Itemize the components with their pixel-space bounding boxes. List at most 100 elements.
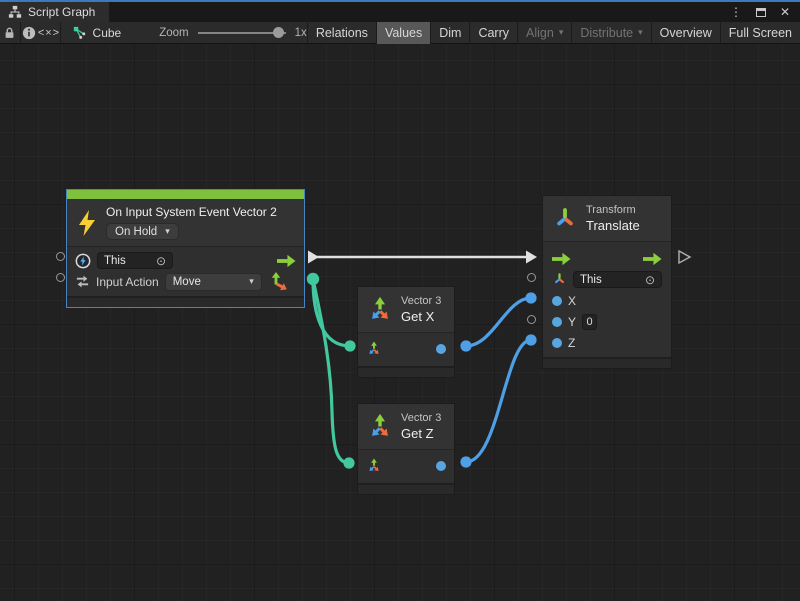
y-value: 0 bbox=[586, 316, 592, 328]
zoom-slider-handle[interactable] bbox=[273, 27, 284, 38]
tab-bar: Script Graph ⋮ ✕ bbox=[0, 2, 800, 22]
translate-x-label: X bbox=[568, 294, 576, 308]
zoom-slider[interactable] bbox=[198, 22, 286, 44]
target-picker-icon[interactable]: ⊙ bbox=[156, 255, 166, 267]
translate-flow-row bbox=[552, 248, 662, 269]
translate-y-row: Y 0 bbox=[552, 311, 662, 332]
event-this-input-port[interactable] bbox=[56, 252, 65, 261]
button-label: Values bbox=[385, 26, 422, 40]
button-label: Carry bbox=[478, 26, 509, 40]
window-controls: ⋮ ✕ bbox=[730, 2, 800, 22]
input-action-label: Input Action bbox=[96, 275, 159, 289]
button-label: Dim bbox=[439, 26, 461, 40]
translate-this-field[interactable]: This ⊙ bbox=[573, 271, 662, 288]
graph-breadcrumb[interactable]: Cube bbox=[61, 22, 132, 44]
wire-vector2-to-getz[interactable] bbox=[313, 279, 349, 463]
chevron-down-icon: ▾ bbox=[559, 27, 564, 38]
translate-node-ports: This ⊙ X Y 0 Z bbox=[543, 242, 671, 355]
vector3-icon bbox=[366, 413, 394, 441]
graph-hierarchy-icon bbox=[8, 5, 22, 19]
toolbar-buttons: Relations Values Dim Carry Align▾ Distri… bbox=[307, 22, 800, 44]
button-label: Full Screen bbox=[729, 26, 792, 40]
translate-z-port[interactable] bbox=[552, 338, 562, 348]
wire-end-ball bbox=[344, 340, 355, 351]
vector2-output-port-icon[interactable] bbox=[270, 271, 288, 292]
script-graph-asset-icon bbox=[73, 26, 87, 40]
toolbar-button-carry[interactable]: Carry bbox=[469, 22, 517, 44]
event-node-ports: This ⊙ Input Action bbox=[67, 247, 304, 294]
button-label: Overview bbox=[660, 26, 712, 40]
event-node-green-bar bbox=[67, 190, 304, 199]
getx-node-footer bbox=[358, 366, 454, 377]
translate-y-port[interactable] bbox=[552, 317, 562, 327]
info-icon bbox=[22, 26, 36, 40]
lightning-bolt-icon bbox=[77, 210, 97, 236]
lock-icon bbox=[3, 26, 16, 40]
node-vector3-get-z[interactable]: Vector 3 Get Z bbox=[357, 403, 455, 495]
getz-title: Get Z bbox=[401, 425, 441, 442]
wire-end-ball bbox=[525, 334, 536, 345]
flow-wire-event-to-translate[interactable] bbox=[308, 251, 537, 264]
event-inputaction-input-port[interactable] bbox=[56, 273, 65, 282]
node-vector3-get-x[interactable]: Vector 3 Get X bbox=[357, 286, 455, 378]
translate-x-port[interactable] bbox=[552, 296, 562, 306]
toolbar-button-relations[interactable]: Relations bbox=[307, 22, 376, 44]
translate-y-label: Y bbox=[568, 315, 576, 329]
translate-y-value-field[interactable]: 0 bbox=[582, 314, 597, 330]
event-inputaction-row: Input Action Move ▾ bbox=[75, 271, 296, 292]
toolbar-button-distribute[interactable]: Distribute ▾ bbox=[571, 22, 650, 44]
vector3-input-port-icon[interactable] bbox=[366, 341, 382, 357]
flow-output-triangle-port[interactable] bbox=[679, 251, 690, 263]
wire-getz-to-translate-z[interactable] bbox=[466, 340, 531, 462]
window-menu-icon[interactable]: ⋮ bbox=[730, 6, 742, 18]
target-picker-icon[interactable]: ⊙ bbox=[645, 274, 655, 286]
tab-script-graph[interactable]: Script Graph bbox=[0, 2, 109, 22]
vector3-icon bbox=[366, 296, 394, 324]
flow-output-arrow-icon[interactable] bbox=[277, 254, 296, 268]
getz-node-header: Vector 3 Get Z bbox=[358, 404, 454, 450]
code-icon: <×> bbox=[38, 27, 60, 39]
toolbar-button-fullscreen[interactable]: Full Screen bbox=[720, 22, 800, 44]
translate-this-input-port[interactable] bbox=[527, 273, 536, 282]
translate-title: Translate bbox=[586, 217, 640, 234]
zoom-control: Zoom 1x bbox=[159, 22, 307, 44]
getx-output-port[interactable] bbox=[436, 344, 446, 354]
close-icon[interactable]: ✕ bbox=[780, 6, 790, 18]
event-mode-dropdown[interactable]: On Hold ▾ bbox=[106, 223, 179, 240]
input-action-shuffle-icon bbox=[75, 274, 90, 289]
toolbar-button-align[interactable]: Align▾ bbox=[517, 22, 571, 44]
translate-surtitle: Transform bbox=[586, 203, 640, 217]
flow-input-arrow-icon[interactable] bbox=[552, 252, 571, 266]
zoom-label: Zoom bbox=[159, 27, 188, 39]
vector3-input-port-icon[interactable] bbox=[366, 458, 382, 474]
translate-this-row: This ⊙ bbox=[552, 269, 662, 290]
tab-title: Script Graph bbox=[28, 5, 95, 19]
inspect-button[interactable] bbox=[20, 22, 38, 44]
this-field-value: This bbox=[104, 255, 126, 267]
event-this-field[interactable]: This ⊙ bbox=[97, 252, 173, 269]
translate-x-row: X bbox=[552, 290, 662, 311]
translate-y-input-port[interactable] bbox=[527, 315, 536, 324]
wire-getx-to-translate-x[interactable] bbox=[466, 298, 531, 346]
node-transform-translate[interactable]: Transform Translate bbox=[542, 195, 672, 369]
input-action-dropdown[interactable]: Move ▾ bbox=[165, 273, 262, 291]
flow-output-arrow-icon[interactable] bbox=[643, 252, 662, 266]
chevron-down-icon: ▾ bbox=[638, 27, 643, 38]
toolbar-button-dim[interactable]: Dim bbox=[430, 22, 469, 44]
transform-icon bbox=[552, 206, 578, 232]
toolbar-button-overview[interactable]: Overview bbox=[651, 22, 720, 44]
toolbar-button-values[interactable]: Values bbox=[376, 22, 430, 44]
input-system-icon bbox=[75, 253, 91, 269]
graph-canvas[interactable]: On Input System Event Vector 2 On Hold ▾ bbox=[0, 44, 800, 601]
event-node-footer bbox=[67, 296, 304, 307]
transform-mini-icon[interactable] bbox=[552, 272, 567, 287]
maximize-icon[interactable] bbox=[756, 8, 766, 17]
button-label: Distribute bbox=[580, 26, 633, 40]
getx-node-ports bbox=[358, 333, 454, 364]
getz-output-port[interactable] bbox=[436, 461, 446, 471]
node-on-input-system-event-vector2[interactable]: On Input System Event Vector 2 On Hold ▾ bbox=[66, 189, 305, 308]
code-view-button[interactable]: <×> bbox=[38, 22, 60, 44]
lock-button[interactable] bbox=[0, 22, 20, 44]
wire-end-ball bbox=[343, 457, 354, 468]
unity-script-graph-window: Script Graph ⋮ ✕ <×> bbox=[0, 0, 800, 601]
